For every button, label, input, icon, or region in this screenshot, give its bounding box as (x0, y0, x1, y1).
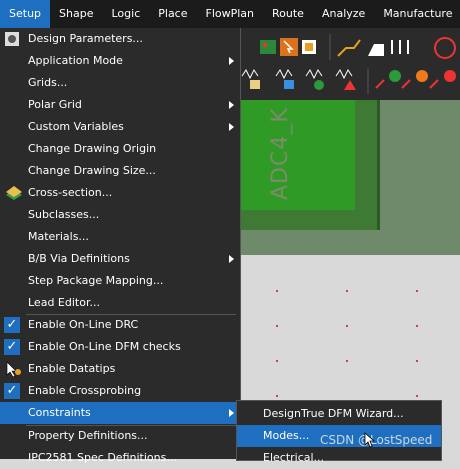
grid-dot (346, 290, 348, 292)
submenu-arrow-icon (229, 409, 234, 417)
menu-item-ipc2581-spec[interactable]: IPC2581 Spec Definitions... (0, 447, 240, 469)
menu-item-bb-via-definitions[interactable]: B/B Via Definitions (0, 248, 240, 270)
menu-item-step-package-mapping[interactable]: Step Package Mapping... (0, 270, 240, 292)
menu-item-change-drawing-size[interactable]: Change Drawing Size... (0, 160, 240, 182)
checkmark-icon: ✓ (4, 339, 20, 355)
checkmark-icon: ✓ (4, 317, 20, 333)
grid-dot (416, 395, 418, 397)
menu-item-enable-online-drc[interactable]: ✓ Enable On-Line DRC (0, 314, 240, 336)
datatips-icon (6, 361, 21, 378)
submenu-item-electrical[interactable]: Electrical... (237, 447, 441, 469)
constraints-submenu: DesignTrue DFM Wizard... Modes... Electr… (236, 400, 442, 464)
check-3d-icon[interactable] (275, 69, 294, 89)
grid-dot (276, 290, 278, 292)
chip-icon[interactable] (302, 40, 316, 54)
push-pull-icon[interactable] (391, 40, 409, 54)
menu-item-subclasses[interactable]: Subclasses... (0, 204, 240, 226)
menu-item-custom-variables[interactable]: Custom Variables (0, 116, 240, 138)
select-icon[interactable] (280, 38, 298, 56)
submenu-arrow-icon (229, 255, 234, 263)
menu-bar: Setup Shape Logic Place FlowPlan Route A… (0, 0, 460, 28)
delete-net-icon[interactable] (429, 70, 456, 89)
grid-dot (276, 325, 278, 327)
submenu-arrow-icon (229, 57, 234, 65)
component-refdes: ADC4_K (268, 107, 293, 200)
hand-icon[interactable] (368, 44, 384, 56)
grid-dot (416, 290, 418, 292)
menu-logic[interactable]: Logic (102, 0, 149, 28)
menu-item-enable-online-dfm[interactable]: ✓ Enable On-Line DFM checks (0, 336, 240, 358)
menu-flowplan[interactable]: FlowPlan (197, 0, 264, 28)
check-warning-icon[interactable] (335, 69, 356, 90)
menu-place[interactable]: Place (149, 0, 196, 28)
submenu-arrow-icon (229, 101, 234, 109)
edit-net-icon[interactable] (401, 70, 428, 89)
check-pass-icon[interactable] (305, 69, 324, 90)
menu-item-change-drawing-origin[interactable]: Change Drawing Origin (0, 138, 240, 160)
route-icon[interactable] (337, 39, 361, 57)
grid-dot (346, 360, 348, 362)
submenu-item-designtrue-dfm-wizard[interactable]: DesignTrue DFM Wizard... (237, 403, 441, 425)
menu-item-enable-datatips[interactable]: Enable Datatips (0, 358, 240, 380)
menu-setup[interactable]: Setup (0, 0, 51, 28)
menu-shape[interactable]: Shape (50, 0, 102, 28)
check-dfm-icon[interactable] (241, 69, 260, 89)
grid-dot (416, 360, 418, 362)
menu-item-enable-crossprobing[interactable]: ✓ Enable Crossprobing (0, 380, 240, 402)
menu-item-design-parameters[interactable]: Design Parameters... (0, 28, 240, 50)
watermark: CSDN @LostSpeed (320, 433, 433, 447)
menu-item-property-definitions[interactable]: Property Definitions... (0, 425, 240, 447)
menu-item-cross-section[interactable]: Cross-section... (0, 182, 240, 204)
menu-item-lead-editor[interactable]: Lead Editor... (0, 292, 240, 314)
toolbar (240, 28, 460, 100)
checkmark-icon: ✓ (4, 383, 20, 399)
menu-route[interactable]: Route (263, 0, 313, 28)
component-pad (240, 100, 355, 210)
menu-item-grids[interactable]: Grids... (0, 72, 240, 94)
submenu-arrow-icon (229, 123, 234, 131)
menu-item-polar-grid[interactable]: Polar Grid (0, 94, 240, 116)
place-component-icon[interactable] (260, 40, 276, 54)
grid-dot (276, 360, 278, 362)
menu-manufacture[interactable]: Manufacture (374, 0, 460, 28)
setup-menu: Design Parameters... Application Mode Gr… (0, 28, 241, 464)
menu-analyze[interactable]: Analyze (313, 0, 374, 28)
menu-item-application-mode[interactable]: Application Mode (0, 50, 240, 72)
mouse-cursor-icon (364, 432, 376, 448)
add-net-icon[interactable] (375, 70, 401, 89)
parameters-icon (5, 32, 19, 46)
grid-dot (346, 325, 348, 327)
no-entry-icon[interactable] (434, 37, 456, 59)
menu-item-constraints[interactable]: Constraints (0, 402, 240, 424)
grid-dot (276, 395, 278, 397)
menu-item-materials[interactable]: Materials... (0, 226, 240, 248)
cross-section-icon (6, 186, 22, 200)
grid-dot (416, 325, 418, 327)
